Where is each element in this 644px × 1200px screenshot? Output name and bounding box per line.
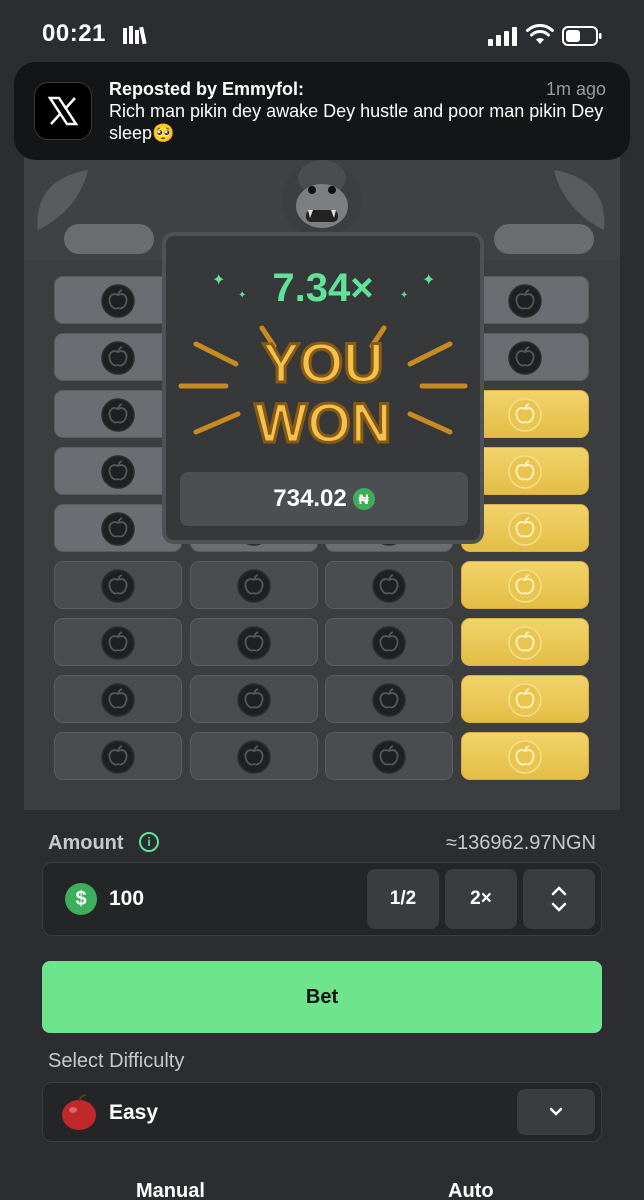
you-won-text: YOU <box>262 331 383 394</box>
chevron-down-icon <box>549 1107 563 1116</box>
apple-icon <box>508 398 542 432</box>
apple-icon <box>101 512 135 546</box>
status-time: 00:21 <box>42 20 106 47</box>
bet-controls: Amount i ≈136962.97NGN $ 100 1/2 2× Bet … <box>24 810 620 1200</box>
you-won-banner: YOU WON <box>178 325 468 454</box>
apple-icon <box>101 398 135 432</box>
difficulty-select[interactable]: Easy <box>42 1082 602 1142</box>
bush-decoration <box>64 224 154 254</box>
apple-icon <box>237 740 271 774</box>
apple-icon <box>101 626 135 660</box>
tile[interactable] <box>325 618 453 666</box>
push-notification[interactable]: Reposted by Emmyfol: 1m ago Rich man pik… <box>14 62 630 160</box>
notification-time: 1m ago <box>545 79 606 99</box>
tile[interactable] <box>461 675 589 723</box>
apple-icon <box>101 740 135 774</box>
win-payout: 734.02 ₦ <box>180 472 468 526</box>
apple-icon <box>508 626 542 660</box>
naira-coin-icon: ₦ <box>352 488 375 510</box>
notification-body: Rich man pikin dey awake Dey hustle and … <box>109 101 604 143</box>
signal-icon <box>488 27 517 46</box>
apple-icon <box>508 512 542 546</box>
battery-icon <box>562 26 602 46</box>
info-icon[interactable]: i <box>139 832 159 852</box>
tile[interactable] <box>461 618 589 666</box>
tile[interactable] <box>190 618 318 666</box>
library-icon <box>123 26 147 45</box>
dollar-icon: $ <box>65 883 97 915</box>
status-bar: 00:21 <box>0 0 644 70</box>
tile[interactable] <box>54 732 182 780</box>
win-popup: ✦ ✦ ✦ ✦ 7.34× YOU WON 734.02 ₦ <box>162 232 484 544</box>
chevron-up-down-icon <box>551 886 567 912</box>
tile[interactable] <box>325 561 453 609</box>
amount-converted: ≈136962.97NGN <box>446 832 596 854</box>
apple-icon <box>372 626 406 660</box>
bush-decoration <box>494 224 594 254</box>
apple-icon <box>508 569 542 603</box>
amount-label: Amount <box>48 832 124 854</box>
win-multiplier: 7.34× <box>272 266 374 310</box>
apple-icon <box>508 683 542 717</box>
half-button[interactable]: 1/2 <box>367 869 439 929</box>
bet-button[interactable]: Bet <box>42 961 602 1033</box>
notification-title: Reposted by Emmyfol: <box>109 79 305 99</box>
apple-icon <box>508 740 542 774</box>
you-won-text: WON <box>255 391 392 454</box>
apple-icon <box>237 626 271 660</box>
tile[interactable] <box>54 618 182 666</box>
tile[interactable] <box>325 675 453 723</box>
difficulty-label: Select Difficulty <box>48 1050 185 1072</box>
apple-icon <box>508 341 542 375</box>
tile[interactable] <box>461 732 589 780</box>
red-apple-icon <box>62 1094 96 1130</box>
amount-input[interactable]: 100 <box>109 887 144 911</box>
apple-icon <box>508 284 542 318</box>
apple-icon <box>101 455 135 489</box>
apple-icon <box>237 569 271 603</box>
amount-stepper[interactable] <box>523 869 595 929</box>
double-button[interactable]: 2× <box>445 869 517 929</box>
apple-icon <box>237 683 271 717</box>
gorilla-icon <box>282 160 362 238</box>
tab-manual[interactable]: Manual <box>136 1180 205 1200</box>
tile[interactable] <box>190 561 318 609</box>
difficulty-dropdown-button[interactable] <box>517 1089 595 1135</box>
wifi-icon <box>526 24 554 44</box>
tile[interactable] <box>461 561 589 609</box>
tile[interactable] <box>190 675 318 723</box>
tile[interactable] <box>325 732 453 780</box>
apple-icon <box>101 284 135 318</box>
tile[interactable] <box>54 561 182 609</box>
payout-amount: 734.02 <box>273 485 347 512</box>
amount-field[interactable]: $ 100 1/2 2× <box>42 862 602 936</box>
apple-icon <box>101 683 135 717</box>
apple-icon <box>101 341 135 375</box>
tile[interactable] <box>54 675 182 723</box>
apple-icon <box>372 740 406 774</box>
apple-icon <box>101 569 135 603</box>
apple-icon <box>508 455 542 489</box>
x-app-icon <box>34 82 92 140</box>
tile[interactable] <box>190 732 318 780</box>
apple-icon <box>372 569 406 603</box>
difficulty-value: Easy <box>109 1101 159 1124</box>
apple-icon <box>372 683 406 717</box>
tab-auto[interactable]: Auto <box>448 1180 494 1200</box>
